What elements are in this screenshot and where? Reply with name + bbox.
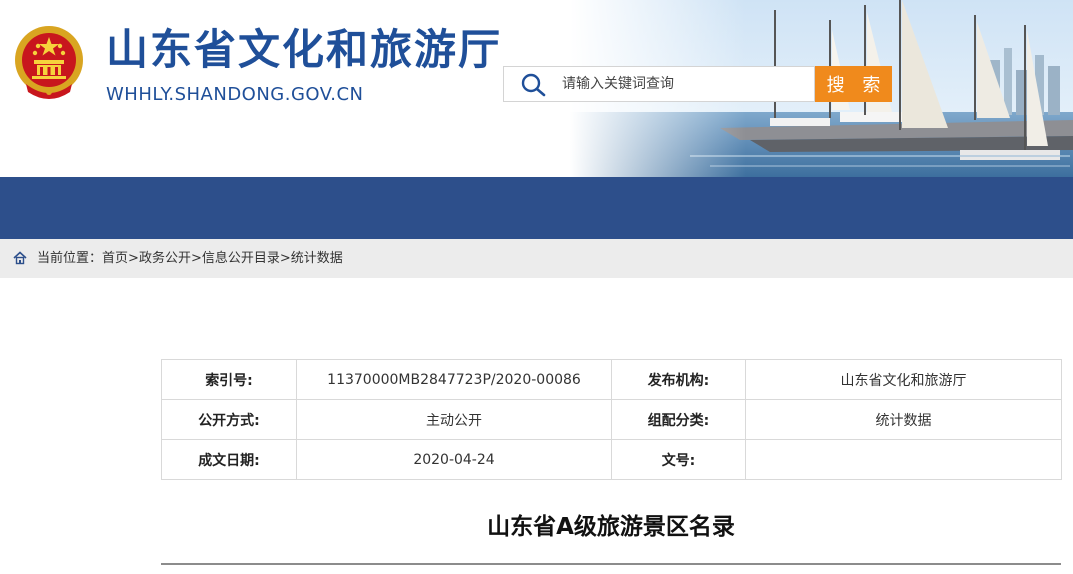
creation-date-label: 成文日期: xyxy=(161,439,297,480)
table-row: 索引号: 11370000MB2847723P/2020-00086 发布机构:… xyxy=(161,359,1062,400)
national-emblem-icon xyxy=(15,26,83,99)
category-value: 统计数据 xyxy=(745,399,1062,440)
breadcrumb-separator: > xyxy=(279,251,291,266)
site-domain: WHHLY.SHANDONG.GOV.CN xyxy=(106,84,364,105)
breadcrumb-item-statistics[interactable]: 统计数据 xyxy=(291,251,343,266)
breadcrumb-item-gov-affairs[interactable]: 政务公开 xyxy=(139,251,191,266)
table-row: 成文日期: 2020-04-24 文号: xyxy=(161,439,1062,480)
breadcrumb: 当前位置：首页>政务公开>信息公开目录>统计数据 xyxy=(0,239,1073,278)
document-number-value xyxy=(745,439,1062,480)
creation-date-value: 2020-04-24 xyxy=(296,439,612,480)
publisher-label: 发布机构: xyxy=(611,359,746,400)
breadcrumb-item-home[interactable]: 首页 xyxy=(102,251,128,266)
search-input[interactable] xyxy=(562,67,807,101)
table-row: 公开方式: 主动公开 组配分类: 统计数据 xyxy=(161,399,1062,440)
index-number-value: 11370000MB2847723P/2020-00086 xyxy=(296,359,612,400)
search-box xyxy=(503,66,815,102)
article-title: 山东省A级旅游景区名录 xyxy=(487,514,735,540)
breadcrumb-trail: 当前位置：首页>政务公开>信息公开目录>统计数据 xyxy=(37,239,343,278)
main-nav-bar xyxy=(0,177,1073,239)
category-label: 组配分类: xyxy=(611,399,746,440)
breadcrumb-separator: > xyxy=(190,251,202,266)
index-number-label: 索引号: xyxy=(161,359,297,400)
breadcrumb-separator: > xyxy=(128,251,139,266)
site-title[interactable]: 山东省文化和旅游厅 xyxy=(106,24,502,76)
breadcrumb-prefix: 当前位置： xyxy=(37,251,103,266)
search-icon xyxy=(521,73,546,97)
home-icon xyxy=(13,251,27,265)
title-divider xyxy=(161,563,1061,565)
disclosure-method-value: 主动公开 xyxy=(296,399,612,440)
document-number-label: 文号: xyxy=(611,439,746,480)
search-button[interactable]: 搜 索 xyxy=(815,66,892,102)
disclosure-method-label: 公开方式: xyxy=(161,399,297,440)
document-metadata-table: 索引号: 11370000MB2847723P/2020-00086 发布机构:… xyxy=(161,359,1062,480)
site-header: 山东省文化和旅游厅 WHHLY.SHANDONG.GOV.CN 搜 索 xyxy=(0,0,1073,177)
publisher-value: 山东省文化和旅游厅 xyxy=(745,359,1062,400)
breadcrumb-item-info-catalog[interactable]: 信息公开目录 xyxy=(202,251,280,266)
